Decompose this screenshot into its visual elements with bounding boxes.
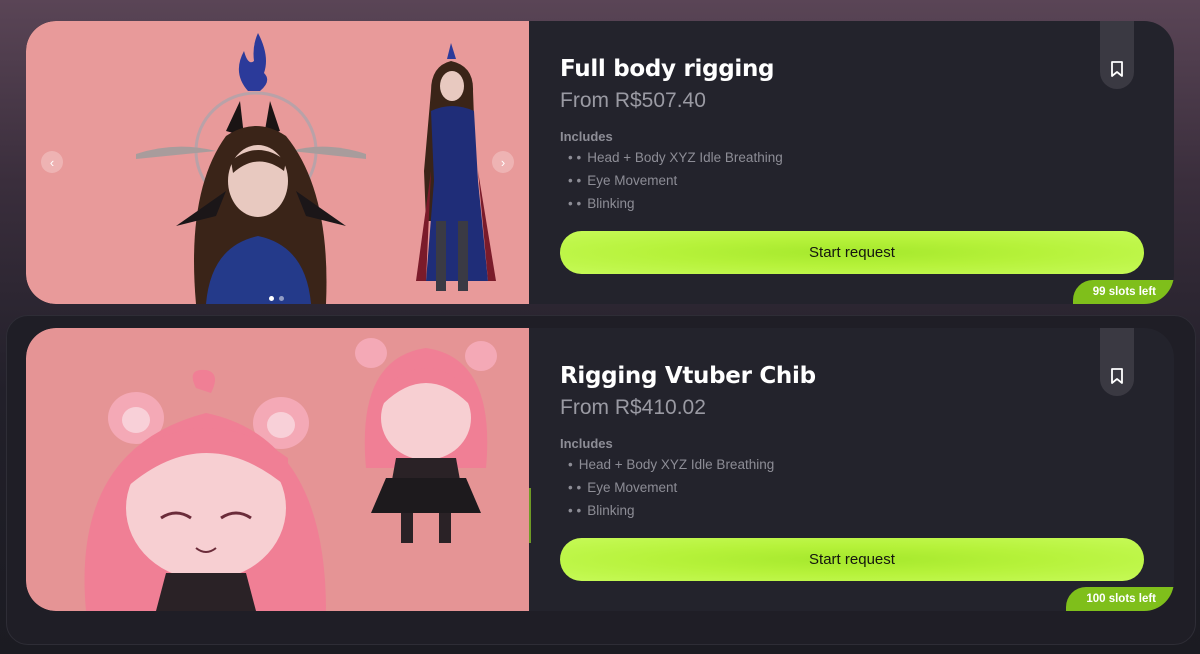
- list-item-text: Blinking: [587, 196, 635, 211]
- list-item-text: Blinking: [587, 503, 635, 518]
- list-item-text: Head + Body XYZ Idle Breathing: [578, 457, 775, 472]
- list-bullet: • •: [568, 503, 582, 518]
- carousel-next-button[interactable]: ›: [492, 151, 514, 173]
- list-bullet: • •: [568, 196, 582, 211]
- bookmark-button[interactable]: [1100, 21, 1134, 89]
- includes-label: Includes: [560, 129, 613, 144]
- list-bullet: • •: [568, 480, 582, 495]
- list-item: • • Blinking: [568, 192, 1174, 215]
- list-bullet: • •: [568, 173, 582, 188]
- carousel-dot[interactable]: [279, 296, 284, 301]
- bookmark-icon: [1111, 368, 1123, 384]
- product-price: From R$507.40: [560, 89, 706, 112]
- carousel-prev-button[interactable]: ‹: [41, 151, 63, 173]
- product-image-carousel: ‹ ›: [26, 21, 529, 304]
- product-card: Rigging Vtuber Chib From R$410.02 Includ…: [26, 328, 1174, 611]
- product-title: Full body rigging: [560, 56, 775, 82]
- product-card: ‹ › Full body rigging From R$507.40 Incl…: [26, 21, 1174, 304]
- list-bullet: •: [568, 457, 573, 472]
- list-item: • • Eye Movement: [568, 169, 1174, 192]
- start-request-button[interactable]: Start request: [560, 538, 1144, 581]
- product-info: Rigging Vtuber Chib From R$410.02 Includ…: [529, 328, 1174, 611]
- carousel-dot[interactable]: [269, 296, 274, 301]
- list-item: • • Head + Body XYZ Idle Breathing: [568, 146, 1174, 169]
- slots-badge: 99 slots left: [1072, 280, 1174, 304]
- slots-badge: 100 slots left: [1066, 587, 1174, 611]
- list-item: • Head + Body XYZ Idle Breathing: [568, 453, 1174, 476]
- carousel-indicator: [269, 296, 284, 301]
- list-item: • • Blinking: [568, 499, 1174, 522]
- product-title: Rigging Vtuber Chib: [560, 363, 816, 389]
- bookmark-button[interactable]: [1100, 328, 1134, 396]
- list-item-text: Eye Movement: [587, 480, 678, 495]
- list-item-text: Eye Movement: [587, 173, 678, 188]
- includes-label: Includes: [560, 436, 613, 451]
- product-image: [26, 328, 529, 611]
- list-bullet: • •: [568, 150, 582, 165]
- product-artwork: [136, 33, 496, 304]
- product-price: From R$410.02: [560, 396, 706, 419]
- product-artwork: [84, 338, 497, 611]
- list-item-text: Head + Body XYZ Idle Breathing: [587, 150, 783, 165]
- list-item: • • Eye Movement: [568, 476, 1174, 499]
- includes-list: • • Head + Body XYZ Idle Breathing • • Eye…: [560, 146, 1174, 215]
- product-info: Full body rigging From R$507.40 Includes…: [529, 21, 1174, 304]
- bookmark-icon: [1111, 61, 1123, 77]
- includes-list: • Head + Body XYZ Idle Breathing • • Eye M…: [560, 453, 1174, 522]
- start-request-button[interactable]: Start request: [560, 231, 1144, 274]
